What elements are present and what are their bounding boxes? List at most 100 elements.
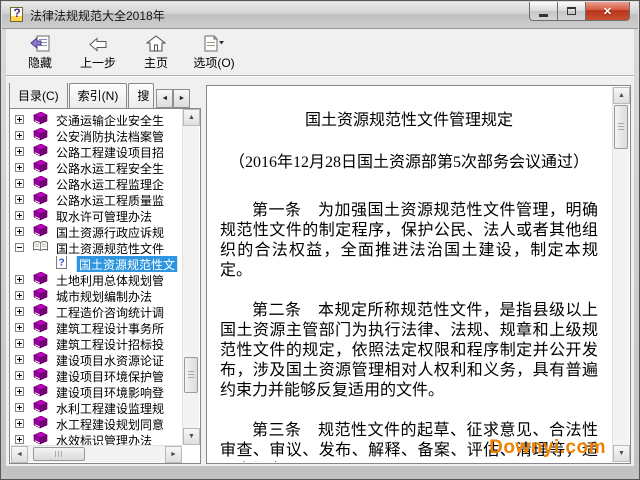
tree-item[interactable]: 土地利用总体规划管: [11, 272, 182, 288]
scroll-down-icon[interactable]: ▼: [183, 428, 200, 445]
expand-plus-icon[interactable]: [15, 320, 24, 336]
tree-item[interactable]: 水效标识管理办法: [11, 432, 182, 445]
tree-item-label: 建设项目环境保护管: [54, 368, 166, 384]
tree-item[interactable]: 交通运输企业安全生: [11, 112, 182, 128]
tree-item[interactable]: 建设项目水资源论证: [11, 352, 182, 368]
options-icon: [203, 34, 225, 52]
home-button[interactable]: 主页: [130, 31, 182, 73]
tree-item[interactable]: 公路水运工程监理企: [11, 176, 182, 192]
tree-item[interactable]: 公路工程建设项目招: [11, 144, 182, 160]
back-button[interactable]: 上一步: [72, 31, 124, 73]
expand-plus-icon[interactable]: [15, 288, 24, 304]
expand-plus-icon[interactable]: [15, 208, 24, 224]
expand-plus-icon[interactable]: [15, 176, 24, 192]
tree-item[interactable]: 城市规划编制办法: [11, 288, 182, 304]
options-button[interactable]: 选项(O): [188, 31, 240, 73]
tree-item-label: 工程造价咨询统计调: [54, 304, 166, 320]
expand-plus-icon[interactable]: [15, 416, 24, 432]
expand-plus-icon[interactable]: [15, 336, 24, 352]
tree-item[interactable]: 建设项目环境保护管: [11, 368, 182, 384]
paragraph: 第一条 为加强国土资源规范性文件管理，明确规范性文件的制定程序，保护公民、法人或…: [220, 201, 598, 281]
tree-item[interactable]: 建设项目环境影响登: [11, 384, 182, 400]
nav-tabs: 目录(C) 索引(N) 搜 ◄ ►: [9, 83, 201, 108]
home-icon: [146, 34, 166, 52]
maximize-button[interactable]: [558, 2, 586, 21]
contents-tree-panel: 交通运输企业安全生公安消防执法档案管公路工程建设项目招公路水运工程安全生公路水运…: [9, 108, 201, 464]
closed-book-icon: [32, 352, 49, 368]
closed-book-icon: [32, 432, 49, 445]
tree-item[interactable]: 建筑工程设计事务所: [11, 320, 182, 336]
tree-horizontal-scrollbar[interactable]: ◄ ►: [11, 445, 182, 462]
tab-contents[interactable]: 目录(C): [9, 83, 68, 108]
expand-plus-icon[interactable]: [15, 352, 24, 368]
hide-button[interactable]: 隐藏: [14, 31, 66, 73]
scroll-up-icon[interactable]: ▲: [613, 87, 630, 104]
tree-item[interactable]: ? 国土资源规范性文: [11, 256, 182, 272]
expand-plus-icon[interactable]: [15, 432, 24, 445]
topic-pane: 国土资源规范性文件管理规定 （2016年12月28日国土资源部第5次部务会议通过…: [206, 85, 631, 464]
tree-item-label: 公路水运工程质量监: [54, 192, 166, 208]
tab-scroll-left-icon[interactable]: ◄: [156, 89, 173, 108]
closed-book-icon: [32, 224, 49, 240]
closed-book-icon: [32, 176, 49, 192]
tree-item[interactable]: 建筑工程设计招标投: [11, 336, 182, 352]
svg-text:?: ?: [58, 257, 64, 268]
tree-item-label: 公路工程建设项目招: [54, 144, 166, 160]
tree-item-label: 城市规划编制办法: [54, 288, 154, 304]
closed-book-icon: [32, 416, 49, 432]
scroll-down-icon[interactable]: ▼: [613, 445, 630, 462]
tree-item[interactable]: 工程造价咨询统计调: [11, 304, 182, 320]
tree-item[interactable]: 公安消防执法档案管: [11, 128, 182, 144]
content-vertical-scrollbar[interactable]: ▲ ▼: [612, 87, 629, 462]
tree-hscrollbar-thumb[interactable]: [33, 447, 85, 461]
expand-plus-icon[interactable]: [15, 160, 24, 176]
tab-index[interactable]: 索引(N): [69, 83, 128, 108]
scroll-right-icon[interactable]: ►: [165, 446, 182, 463]
watermark: Downyi.com: [489, 437, 606, 459]
tree-item[interactable]: 公路水运工程安全生: [11, 160, 182, 176]
tree-item-label: 国土资源规范性文: [77, 256, 177, 272]
tree-item[interactable]: 水利工程建设监理规: [11, 400, 182, 416]
tree-item-label: 土地利用总体规划管: [54, 272, 166, 288]
content-scrollbar-thumb[interactable]: [614, 105, 628, 149]
minimize-button[interactable]: [529, 2, 558, 21]
question-page-icon: ?: [55, 256, 72, 272]
tree-item-label: 国土资源行政应诉规: [54, 224, 166, 240]
hide-icon: [30, 34, 50, 52]
collapse-minus-icon[interactable]: [15, 240, 24, 256]
expand-plus-icon[interactable]: [15, 144, 24, 160]
tab-scroll-right-icon[interactable]: ►: [173, 89, 190, 108]
tree-item[interactable]: 国土资源行政应诉规: [11, 224, 182, 240]
navigation-pane: 目录(C) 索引(N) 搜 ◄ ► 交通运输企业安全生公安消防执法档案管公路工程…: [9, 81, 201, 466]
tree-vertical-scrollbar[interactable]: ▲ ▼: [182, 109, 199, 445]
expand-plus-icon[interactable]: [15, 272, 24, 288]
closed-book-icon: [32, 112, 49, 128]
closed-book-icon: [32, 192, 49, 208]
expand-plus-icon[interactable]: [15, 384, 24, 400]
tree-item-label: 建设项目水资源论证: [54, 352, 166, 368]
expand-plus-icon[interactable]: [15, 304, 24, 320]
tree-item-label: 公安消防执法档案管: [54, 128, 166, 144]
close-button[interactable]: ✕: [586, 2, 630, 21]
document-title: 国土资源规范性文件管理规定: [220, 111, 598, 131]
tree-item[interactable]: 取水许可管理办法: [11, 208, 182, 224]
scroll-left-icon[interactable]: ◄: [11, 446, 28, 463]
expand-plus-icon[interactable]: [15, 224, 24, 240]
back-icon: [88, 34, 108, 52]
options-button-label: 选项(O): [193, 54, 234, 71]
chm-app-icon: ?: [9, 7, 25, 23]
tab-search[interactable]: 搜: [128, 83, 154, 108]
expand-plus-icon[interactable]: [15, 112, 24, 128]
tree-scrollbar-thumb[interactable]: [184, 357, 198, 393]
scroll-up-icon[interactable]: ▲: [183, 109, 200, 126]
closed-book-icon: [32, 320, 49, 336]
expand-plus-icon[interactable]: [15, 400, 24, 416]
tree-item-label: 水工程建设规划同意: [54, 416, 166, 432]
hide-button-label: 隐藏: [28, 54, 52, 71]
expand-plus-icon[interactable]: [15, 128, 24, 144]
tree-item[interactable]: 水工程建设规划同意: [11, 416, 182, 432]
tree-item[interactable]: 公路水运工程质量监: [11, 192, 182, 208]
expand-plus-icon[interactable]: [15, 192, 24, 208]
tree-item[interactable]: 国土资源规范性文件: [11, 240, 182, 256]
expand-plus-icon[interactable]: [15, 368, 24, 384]
